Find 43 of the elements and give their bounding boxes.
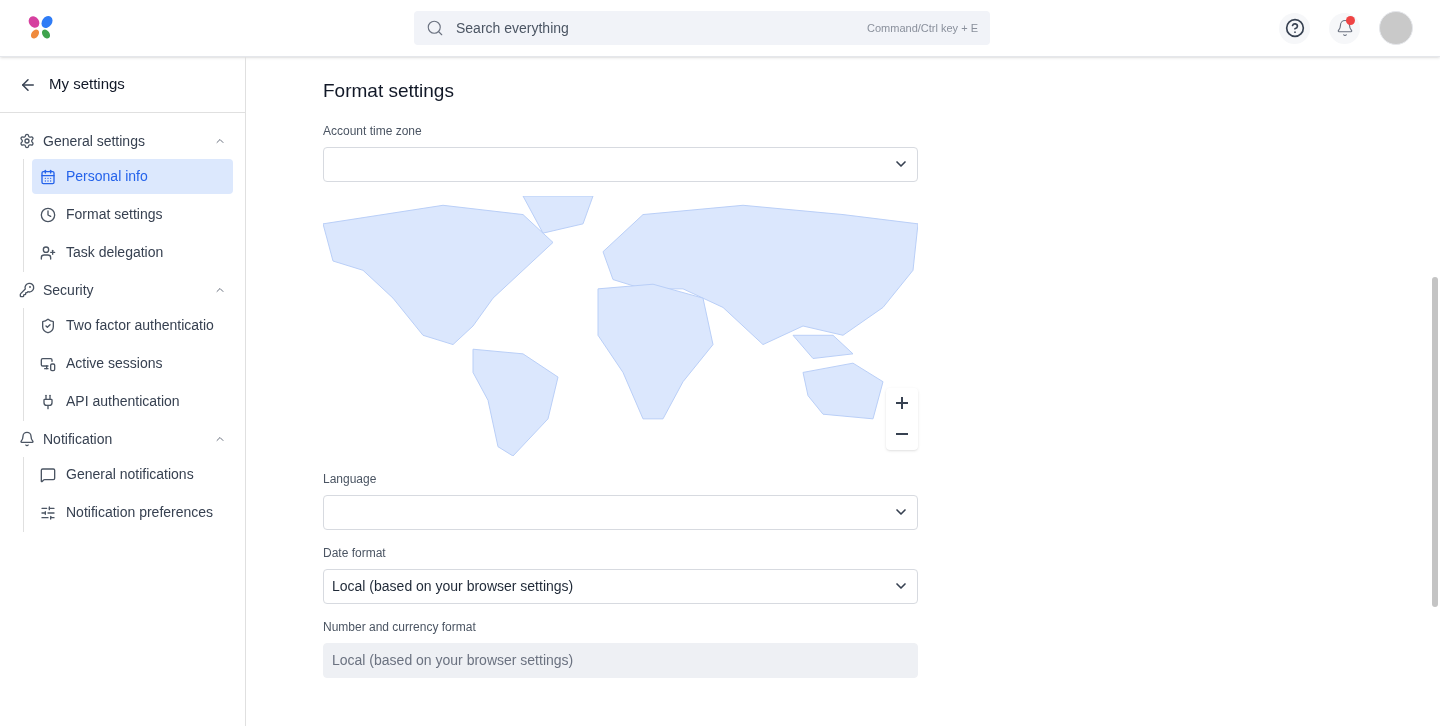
user-plus-icon [40, 244, 56, 261]
select-field[interactable]: Local (based on your browser settings) [323, 568, 918, 604]
sidebar-group-header[interactable]: Notification [0, 421, 245, 457]
settings-icon [19, 133, 35, 149]
sliders-icon [40, 504, 56, 521]
clock-icon [40, 206, 56, 223]
page-title: Format settings [323, 79, 455, 103]
sidebar-group-header[interactable]: Security [0, 272, 245, 308]
select-value: Local (based on your browser settings) [332, 576, 574, 596]
shortcut-hint: Command/Ctrl key + E [867, 20, 978, 36]
minus-icon [896, 433, 908, 435]
sidebar-item[interactable]: Personal info [32, 159, 233, 194]
help-icon [1284, 18, 1305, 38]
field-label: Language [323, 470, 378, 488]
sidebar-title: My settings [49, 74, 125, 95]
bell-icon [19, 431, 35, 447]
sidebar-item[interactable]: Two factor authenticatio [32, 308, 233, 343]
sidebar-item[interactable]: Notification preferences [32, 495, 233, 530]
sidebar-item[interactable]: Format settings [32, 197, 233, 232]
screen-icon [40, 355, 56, 372]
select-value: Local (based on your browser settings) [332, 650, 574, 670]
sidebar-item[interactable]: API authentication [32, 384, 233, 419]
sidebar-item[interactable]: Active sessions [32, 346, 233, 381]
help-button[interactable] [1279, 12, 1310, 44]
search-input[interactable]: Search everything [456, 17, 856, 39]
select-field[interactable] [323, 494, 918, 530]
notifications-button[interactable] [1329, 12, 1360, 44]
field-label: Account time zone [323, 122, 423, 140]
plug-icon [40, 393, 56, 410]
message-icon [40, 466, 56, 483]
key-icon [19, 282, 35, 298]
field-label: Date format [323, 544, 387, 562]
plus-icon [896, 397, 908, 409]
sidebar-item[interactable]: General notifications [32, 457, 233, 492]
field-label: Number and currency format [323, 618, 477, 636]
bell-icon [1335, 19, 1354, 37]
shield-icon [40, 317, 56, 334]
sidebar-group-header[interactable]: General settings [0, 123, 245, 159]
calendar-icon [40, 168, 56, 185]
search-icon [426, 19, 444, 37]
select-field[interactable] [323, 146, 918, 182]
logo-icon [27, 15, 55, 41]
sidebar-item[interactable]: Task delegation [32, 235, 233, 270]
